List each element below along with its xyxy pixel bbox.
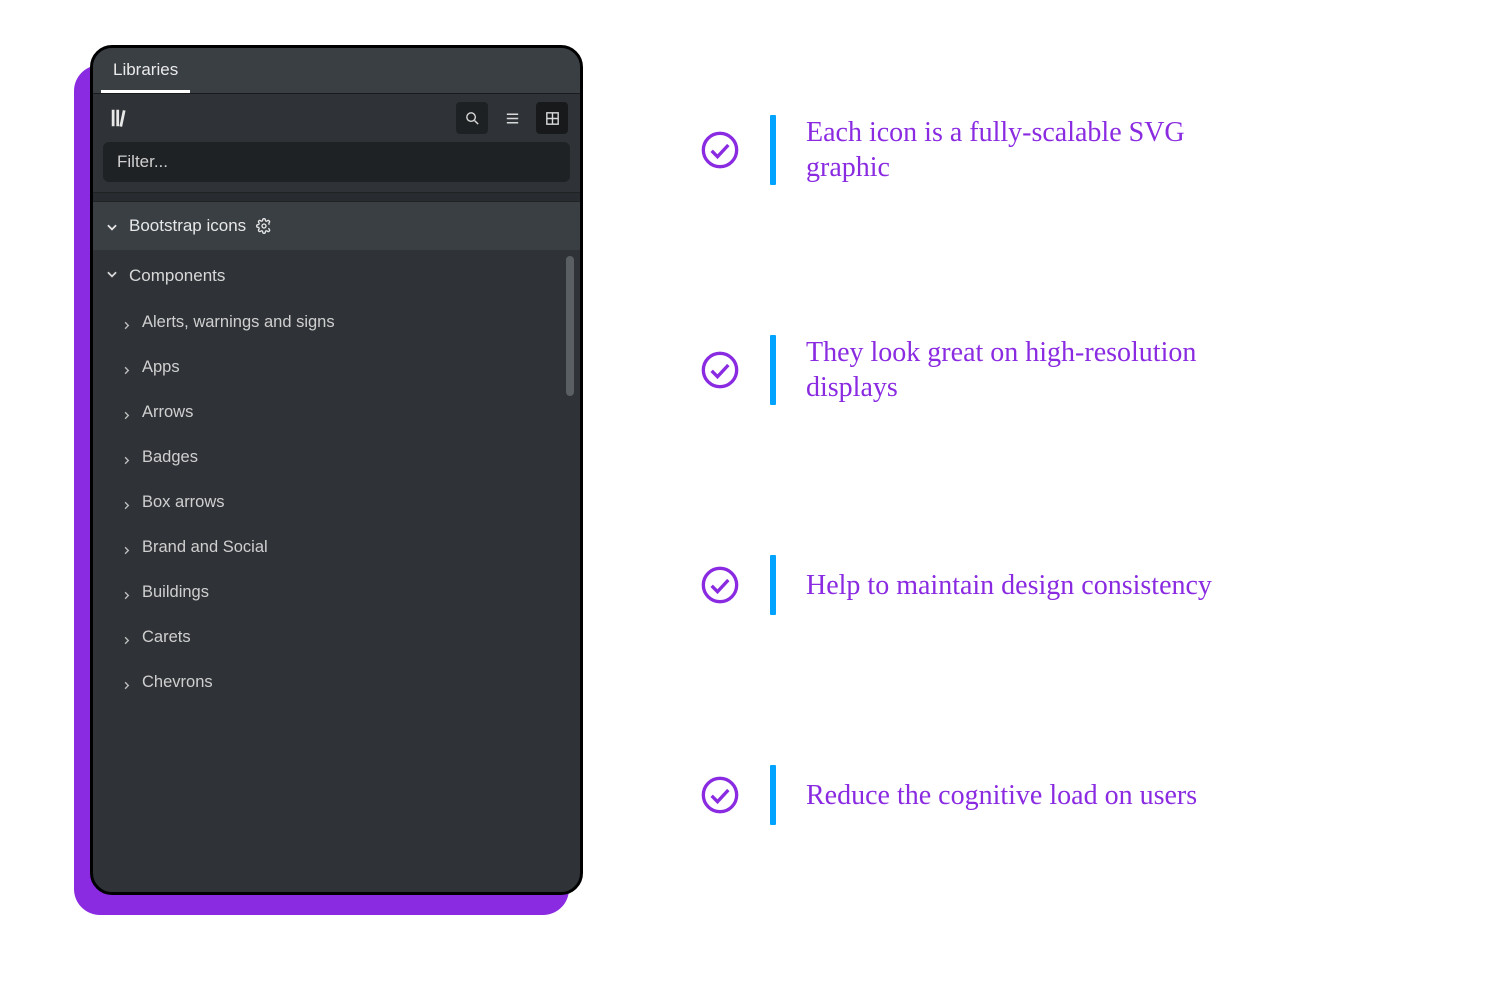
chevron-right-icon bbox=[121, 362, 132, 373]
accent-bar bbox=[770, 335, 776, 405]
chevron-right-icon bbox=[121, 497, 132, 508]
panel-toolbar bbox=[93, 94, 580, 142]
section-label: Bootstrap icons bbox=[129, 216, 246, 236]
list-item-label: Brand and Social bbox=[142, 538, 268, 557]
chevron-right-icon bbox=[121, 452, 132, 463]
chevron-right-icon bbox=[121, 677, 132, 688]
list-item[interactable]: Box arrows bbox=[93, 480, 580, 525]
feature-bullets: Each icon is a fully-scalable SVG graphi… bbox=[700, 115, 1340, 825]
list-item[interactable]: Badges bbox=[93, 435, 580, 480]
chevron-right-icon bbox=[121, 317, 132, 328]
bullet-text: Each icon is a fully-scalable SVG graphi… bbox=[806, 115, 1246, 185]
panel-tabs: Libraries bbox=[93, 48, 580, 94]
list-item-label: Apps bbox=[142, 358, 180, 377]
search-button[interactable] bbox=[456, 102, 488, 134]
accent-bar bbox=[770, 765, 776, 825]
list-item[interactable]: Carets bbox=[93, 615, 580, 660]
bullet-text: Reduce the cognitive load on users bbox=[806, 778, 1197, 813]
list-item-label: Carets bbox=[142, 628, 191, 647]
scrollbar[interactable] bbox=[566, 256, 574, 396]
filter-input[interactable] bbox=[103, 142, 570, 182]
check-circle-icon bbox=[700, 565, 740, 605]
list-item[interactable]: Alerts, warnings and signs bbox=[93, 300, 580, 345]
tab-libraries[interactable]: Libraries bbox=[101, 48, 190, 93]
chevron-down-icon bbox=[105, 219, 119, 233]
section-bootstrap-icons[interactable]: Bootstrap icons bbox=[93, 202, 580, 250]
library-icon bbox=[109, 107, 131, 129]
accent-bar bbox=[770, 115, 776, 185]
list-item[interactable]: Apps bbox=[93, 345, 580, 390]
list-item[interactable]: Chevrons bbox=[93, 660, 580, 705]
bullet-text: They look great on high-resolution displ… bbox=[806, 335, 1246, 405]
feature-bullet: They look great on high-resolution displ… bbox=[700, 335, 1340, 405]
feature-bullet: Each icon is a fully-scalable SVG graphi… bbox=[700, 115, 1340, 185]
list-item-label: Arrows bbox=[142, 403, 193, 422]
accent-bar bbox=[770, 555, 776, 615]
group-header-components[interactable]: Components bbox=[93, 250, 580, 300]
gear-icon[interactable] bbox=[256, 218, 272, 234]
feature-bullet: Reduce the cognitive load on users bbox=[700, 765, 1340, 825]
list-item-label: Buildings bbox=[142, 583, 209, 602]
group-items: Alerts, warnings and signs Apps Arrows bbox=[93, 300, 580, 715]
list-item[interactable]: Buildings bbox=[93, 570, 580, 615]
list-item[interactable]: Arrows bbox=[93, 390, 580, 435]
view-list-button[interactable] bbox=[496, 102, 528, 134]
list-item-label: Box arrows bbox=[142, 493, 225, 512]
chevron-right-icon bbox=[121, 407, 132, 418]
chevron-down-icon bbox=[105, 266, 119, 286]
chevron-right-icon bbox=[121, 632, 132, 643]
chevron-right-icon bbox=[121, 587, 132, 598]
panel-divider bbox=[93, 192, 580, 202]
bullet-text: Help to maintain design consistency bbox=[806, 568, 1212, 603]
libraries-panel: Libraries bbox=[90, 45, 583, 895]
list-item-label: Chevrons bbox=[142, 673, 213, 692]
check-circle-icon bbox=[700, 130, 740, 170]
group-label: Components bbox=[129, 266, 225, 286]
check-circle-icon bbox=[700, 775, 740, 815]
list-item-label: Badges bbox=[142, 448, 198, 467]
list-item-label: Alerts, warnings and signs bbox=[142, 313, 335, 332]
group-components: Components Alerts, warnings and signs Ap… bbox=[93, 250, 580, 715]
feature-bullet: Help to maintain design consistency bbox=[700, 555, 1340, 615]
chevron-right-icon bbox=[121, 542, 132, 553]
view-grid-button[interactable] bbox=[536, 102, 568, 134]
list-item[interactable]: Brand and Social bbox=[93, 525, 580, 570]
check-circle-icon bbox=[700, 350, 740, 390]
